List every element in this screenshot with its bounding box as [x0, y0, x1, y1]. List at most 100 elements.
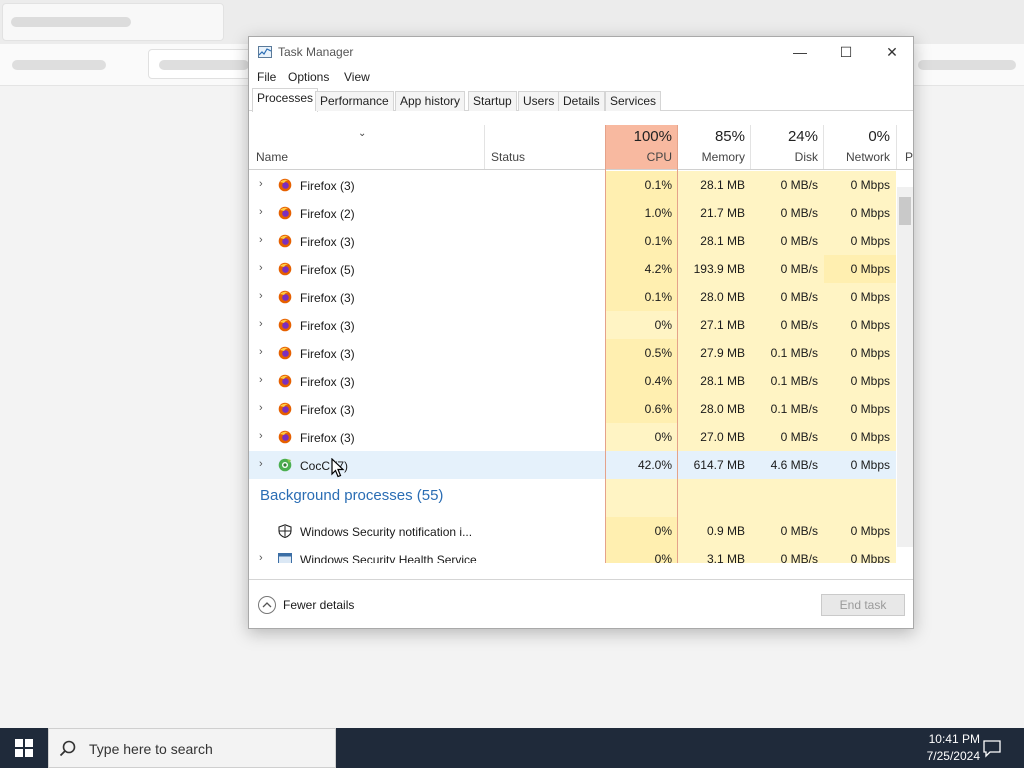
cpu-value: 42.0% — [605, 451, 678, 479]
column-status-label: Status — [491, 150, 526, 164]
tab-startup[interactable]: Startup — [468, 91, 517, 111]
menu-options[interactable]: Options — [288, 70, 329, 84]
network-value: 0 Mbps — [824, 283, 896, 311]
tab-services[interactable]: Services — [605, 91, 662, 111]
expand-chevron-icon[interactable]: › — [259, 234, 263, 246]
firefox-icon — [278, 206, 292, 220]
tab-users[interactable]: Users — [518, 91, 560, 111]
column-status[interactable]: Status — [484, 125, 605, 169]
column-power-partial[interactable]: P — [898, 125, 913, 169]
fewer-details-link[interactable]: Fewer details — [283, 598, 354, 612]
expand-chevron-icon[interactable]: › — [259, 374, 263, 386]
memory-value: 28.0 MB — [678, 283, 751, 311]
process-row-firefox[interactable]: › Firefox (5) 4.2% 193.9 MB 0 MB/s 0 Mbps — [249, 255, 896, 283]
network-total: 0% — [868, 128, 890, 145]
process-row-firefox[interactable]: › Firefox (3) 0.1% 28.1 MB 0 MB/s 0 Mbps — [249, 227, 896, 255]
expand-chevron-icon[interactable]: › — [259, 402, 263, 414]
notification-center-icon[interactable] — [982, 738, 1002, 758]
minimize-button[interactable]: — — [777, 37, 823, 67]
process-name: Firefox (3) — [300, 179, 355, 193]
menu-view[interactable]: View — [344, 70, 370, 84]
close-button[interactable]: ✕ — [869, 37, 913, 67]
process-row-firefox[interactable]: › Firefox (3) 0.1% 28.1 MB 0 MB/s 0 Mbps — [249, 171, 896, 199]
system-clock[interactable]: 10:41 PM 7/25/2024 — [900, 731, 980, 765]
network-value: 0 Mbps — [824, 367, 896, 395]
expand-chevron-icon[interactable]: › — [259, 262, 263, 274]
end-task-button[interactable]: End task — [821, 594, 905, 616]
expand-chevron-icon[interactable]: › — [259, 346, 263, 358]
memory-value: 3.1 MB — [678, 545, 751, 563]
start-button[interactable] — [0, 728, 48, 768]
firefox-icon — [278, 234, 292, 248]
expand-chevron-icon[interactable]: › — [259, 318, 263, 330]
process-row-firefox[interactable]: › Firefox (2) 1.0% 21.7 MB 0 MB/s 0 Mbps — [249, 199, 896, 227]
column-memory[interactable]: 85% Memory — [678, 125, 751, 169]
disk-value: 0 MB/s — [751, 227, 824, 255]
expand-chevron-icon[interactable]: › — [259, 178, 263, 190]
expand-chevron-icon[interactable]: › — [259, 290, 263, 302]
column-network-label: Network — [845, 150, 890, 164]
process-name: Firefox (3) — [300, 319, 355, 333]
firefox-icon — [278, 374, 292, 388]
process-row-background[interactable]: Windows Security notification i... 0% 0.9 … — [249, 517, 896, 545]
cpu-value: 0.4% — [605, 367, 678, 395]
memory-value: 28.0 MB — [678, 395, 751, 423]
network-value: 0 Mbps — [824, 171, 896, 199]
network-value: 0 Mbps — [824, 339, 896, 367]
tab-performance[interactable]: Performance — [315, 91, 394, 111]
column-memory-label: Memory — [701, 150, 745, 164]
process-list: › Firefox (3) 0.1% 28.1 MB 0 MB/s 0 Mbps › Fire… — [249, 171, 896, 563]
process-row-cocc[interactable]: › CocC (7) 42.0% 614.7 MB 4.6 MB/s 0 Mbps — [249, 451, 896, 479]
process-row-firefox[interactable]: › Firefox (3) 0.6% 28.0 MB 0.1 MB/s 0 Mbps — [249, 395, 896, 423]
tab-app-history[interactable]: App history — [395, 91, 466, 111]
tab-strip: Processes Performance App history Startu… — [249, 87, 913, 112]
cpu-value: 4.2% — [605, 255, 678, 283]
maximize-button[interactable]: ☐ — [823, 37, 869, 67]
taskbar: Type here to search 10:41 PM 7/25/2024 — [0, 728, 1024, 768]
disk-total: 24% — [787, 128, 818, 145]
shield-icon — [278, 524, 292, 538]
process-row-firefox[interactable]: › Firefox (3) 0% 27.0 MB 0 MB/s 0 Mbps — [249, 423, 896, 451]
column-cpu[interactable]: 100% CPU — [605, 125, 678, 169]
disk-value: 0 MB/s — [751, 255, 824, 283]
firefox-icon — [278, 430, 292, 444]
windows-logo-icon — [15, 739, 33, 757]
scrollbar-thumb[interactable] — [899, 197, 911, 225]
expand-chevron-icon[interactable]: › — [259, 458, 263, 470]
process-row-background[interactable]: › Windows Security Health Service 0% 3.1 MB… — [249, 545, 896, 563]
process-row-firefox[interactable]: › Firefox (3) 0% 27.1 MB 0 MB/s 0 Mbps — [249, 311, 896, 339]
column-name-label: Name — [256, 150, 289, 164]
process-row-firefox[interactable]: › Firefox (3) 0.5% 27.9 MB 0.1 MB/s 0 Mbps — [249, 339, 896, 367]
tab-details[interactable]: Details — [558, 91, 605, 111]
memory-value: 28.1 MB — [678, 367, 751, 395]
cpu-value: 0% — [605, 423, 678, 451]
chevron-up-circle-icon[interactable] — [258, 596, 276, 614]
memory-value: 27.0 MB — [678, 423, 751, 451]
column-network[interactable]: 0% Network — [824, 125, 896, 169]
firefox-icon — [278, 178, 292, 192]
menu-file[interactable]: File — [257, 70, 276, 84]
vertical-scrollbar[interactable] — [897, 187, 913, 547]
cpu-value: 0.5% — [605, 339, 678, 367]
tab-processes[interactable]: Processes — [252, 88, 319, 112]
cpu-value: 1.0% — [605, 199, 678, 227]
process-name: Firefox (3) — [300, 291, 355, 305]
disk-value: 4.6 MB/s — [751, 451, 824, 479]
disk-value: 0 MB/s — [751, 199, 824, 227]
memory-value: 28.1 MB — [678, 227, 751, 255]
expand-chevron-icon[interactable]: › — [259, 552, 263, 563]
cpu-value: 0% — [605, 517, 678, 545]
process-name: Firefox (3) — [300, 375, 355, 389]
expand-chevron-icon[interactable]: › — [259, 430, 263, 442]
taskbar-search-box[interactable]: Type here to search — [48, 728, 336, 768]
process-name: Firefox (3) — [300, 403, 355, 417]
column-disk[interactable]: 24% Disk — [751, 125, 824, 169]
search-placeholder: Type here to search — [89, 741, 213, 757]
column-name[interactable]: ⌄ Name — [249, 125, 484, 169]
expand-chevron-icon[interactable]: › — [259, 206, 263, 218]
process-row-firefox[interactable]: › Firefox (3) 0.1% 28.0 MB 0 MB/s 0 Mbps — [249, 283, 896, 311]
cpu-value: 0.6% — [605, 395, 678, 423]
process-row-firefox[interactable]: › Firefox (3) 0.4% 28.1 MB 0.1 MB/s 0 Mbps — [249, 367, 896, 395]
column-disk-label: Disk — [794, 150, 818, 164]
memory-value: 28.1 MB — [678, 171, 751, 199]
